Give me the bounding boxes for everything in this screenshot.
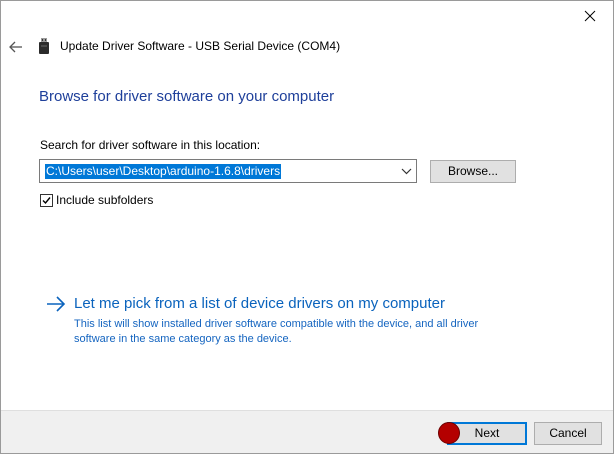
- back-arrow-icon: [9, 41, 22, 53]
- pick-from-list-link[interactable]: Let me pick from a list of device driver…: [74, 294, 445, 313]
- driver-path-combobox[interactable]: C:\Users\user\Desktop\arduino-1.6.8\driv…: [39, 159, 417, 183]
- click-marker: [438, 422, 460, 444]
- cancel-button[interactable]: Cancel: [534, 422, 602, 445]
- right-arrow-icon[interactable]: [46, 295, 66, 313]
- back-button[interactable]: [5, 36, 27, 58]
- include-subfolders-label[interactable]: Include subfolders: [56, 193, 153, 207]
- include-subfolders-checkbox[interactable]: [40, 193, 53, 207]
- page-heading: Browse for driver software on your compu…: [39, 88, 335, 105]
- pick-description-line-1: This list will show installed driver sof…: [74, 318, 479, 330]
- browse-button[interactable]: Browse...: [430, 160, 516, 183]
- driver-update-dialog: Update Driver Software - USB Serial Devi…: [0, 0, 614, 454]
- include-subfolders-option[interactable]: Include subfolders: [40, 193, 153, 207]
- usb-device-icon: [39, 38, 49, 54]
- search-location-label: Search for driver software in this locat…: [40, 138, 261, 152]
- checkmark-icon: [42, 196, 51, 204]
- chevron-down-icon[interactable]: [401, 166, 412, 176]
- pick-from-list-description: This list will show installed driver sof…: [74, 317, 534, 347]
- close-button[interactable]: [567, 1, 613, 31]
- close-icon: [584, 10, 596, 22]
- dialog-title: Update Driver Software - USB Serial Devi…: [60, 39, 341, 53]
- pick-description-line-2: software in the same category as the dev…: [74, 333, 292, 345]
- driver-path-value[interactable]: C:\Users\user\Desktop\arduino-1.6.8\driv…: [45, 164, 282, 179]
